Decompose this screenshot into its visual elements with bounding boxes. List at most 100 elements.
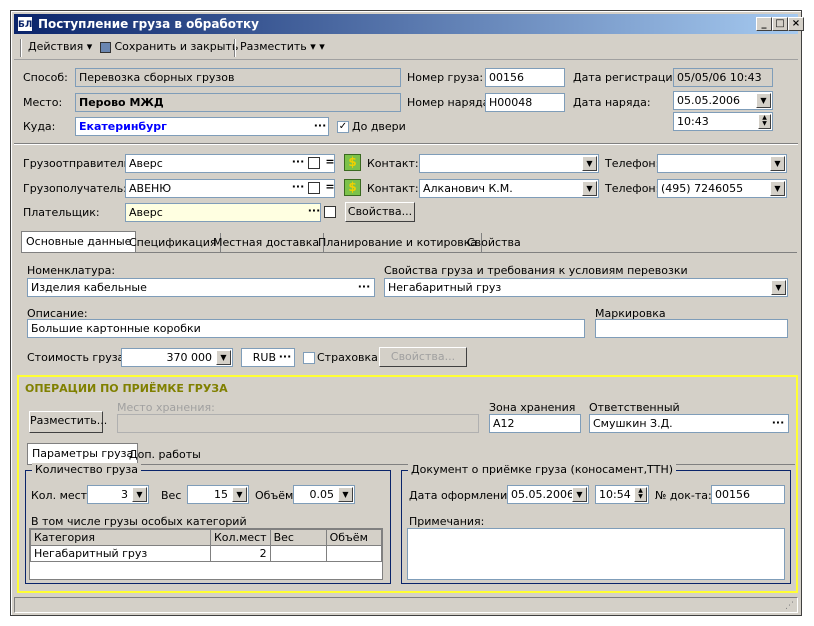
maximize-button[interactable]: □ (772, 17, 788, 31)
cell-places[interactable]: 2 (210, 545, 271, 562)
sender-phone-label: Телефон: (605, 157, 660, 170)
sender-contact-field[interactable]: ▼ (419, 154, 599, 173)
chevron-down-icon[interactable]: ▼ (770, 181, 785, 196)
special-label: В том числе грузы особых категорий (31, 515, 247, 528)
time-spinner-icon[interactable]: ▲ ▼ (758, 114, 771, 129)
places-field[interactable]: 3 ▼ (87, 485, 149, 504)
nomen-select-button[interactable]: ··· (357, 281, 371, 296)
sender-card-icon[interactable] (308, 157, 320, 169)
order-time-field[interactable]: 10:43 ▲ ▼ (673, 112, 773, 131)
save-close-button[interactable]: Сохранить и закрыть (100, 40, 238, 53)
subtab-params[interactable]: Параметры груза (27, 443, 139, 465)
storage-zone-field[interactable]: A12 (489, 414, 581, 433)
col-category[interactable]: Категория (30, 529, 211, 546)
tab-planning[interactable]: Планирование и котировка (314, 233, 483, 253)
method-field: Перевозка сборных грузов (75, 68, 401, 87)
col-volume[interactable]: Объём (325, 529, 383, 546)
payer-select-button[interactable]: ··· (307, 205, 321, 220)
doc-no-field[interactable]: 00156 (711, 485, 785, 504)
minimize-button[interactable]: _ (756, 17, 772, 31)
tab-spec[interactable]: Спецификация (125, 233, 222, 253)
parties-props-button[interactable]: Свойства... (345, 202, 415, 222)
title-bar[interactable]: БЛ Поступление груза в обработку _ □ × (14, 14, 804, 34)
special-table[interactable]: Категория Кол.мест Вес Объём Негабаритны… (29, 528, 383, 580)
receiver-clear-icon[interactable]: = (323, 181, 337, 196)
receiver-select-button[interactable]: ··· (291, 181, 305, 196)
payer-card-icon[interactable] (324, 206, 336, 218)
chevron-down-icon[interactable]: ▼ (582, 156, 597, 171)
sender-clear-icon[interactable]: = (323, 156, 337, 171)
dest-select-button[interactable]: ··· (313, 120, 327, 135)
cell-weight[interactable] (269, 545, 327, 562)
chevron-down-icon[interactable]: ▼ (582, 181, 597, 196)
toolbar: Действия ▾ Сохранить и закрыть Разместит… (14, 36, 798, 60)
chevron-down-icon[interactable]: ▼ (771, 280, 786, 295)
actions-menu-button[interactable]: Действия ▾ (28, 40, 92, 53)
sender-contact-label: Контакт: (367, 157, 419, 170)
chevron-down-icon[interactable]: ▼ (770, 156, 785, 171)
responsible-label: Ответственный (589, 401, 680, 414)
ops-place-button[interactable]: Разместить... (29, 411, 107, 433)
cell-volume[interactable] (325, 545, 383, 562)
weight-field[interactable]: 15 ▼ (187, 485, 249, 504)
calendar-dropdown-icon[interactable]: ▼ (572, 487, 587, 502)
sender-select-button[interactable]: ··· (291, 156, 305, 171)
qty-group-title: Количество груза (32, 463, 142, 476)
app-icon: БЛ (17, 16, 33, 32)
currency-select-button[interactable]: ··· (278, 351, 292, 366)
table-header-row: Категория Кол.мест Вес Объём (30, 529, 383, 546)
place-menu-button[interactable]: Разместить ▾ ▾ (240, 40, 325, 53)
doc-date-field[interactable]: 05.05.2006 ▼ (507, 485, 589, 504)
col-places[interactable]: Кол.мест (210, 529, 271, 546)
chevron-down-icon[interactable]: ▼ (132, 487, 147, 502)
tab-properties[interactable]: Свойства (463, 233, 525, 253)
chevron-down-icon[interactable]: ▼ (216, 350, 231, 365)
doc-date-label: Дата оформления: (409, 489, 518, 502)
nomen-field[interactable]: Изделия кабельные (27, 278, 375, 297)
table-row[interactable]: Негабаритный груз 2 (30, 545, 383, 562)
cell-category[interactable]: Негабаритный груз (30, 545, 211, 562)
calendar-dropdown-icon[interactable]: ▼ (756, 93, 771, 108)
sender-phone-field[interactable]: ▼ (657, 154, 787, 173)
order-no-label: Номер наряда: (407, 96, 494, 109)
insurance-props-button[interactable]: Свойства... (379, 347, 467, 367)
doc-group-title: Документ о приёмке груза (коносамент,ТТН… (408, 463, 677, 476)
dest-field[interactable]: Екатеринбург (75, 117, 329, 136)
desc-field[interactable]: Большие картонные коробки (27, 319, 585, 338)
cargo-no-field[interactable]: 00156 (485, 68, 565, 87)
receiver-card-icon[interactable] (308, 182, 320, 194)
door-checkbox[interactable]: ✓ (337, 121, 349, 133)
props-req-label: Свойства груза и требования к условиям п… (384, 264, 688, 277)
cargo-no-label: Номер груза: (407, 71, 484, 84)
chevron-down-icon[interactable]: ▼ (338, 487, 353, 502)
col-weight[interactable]: Вес (269, 529, 327, 546)
props-req-field[interactable]: Негабаритный груз ▼ (384, 278, 788, 297)
order-date-field[interactable]: 05.05.2006 ▼ (673, 91, 773, 110)
payer-field[interactable]: Аверс (125, 203, 321, 222)
time-spinner-icon[interactable]: ▲ ▼ (634, 487, 647, 502)
order-no-field[interactable]: Н00048 (485, 93, 565, 112)
sender-money-icon[interactable]: $ (344, 154, 361, 171)
marking-field[interactable] (595, 319, 788, 338)
close-button[interactable]: × (788, 17, 804, 31)
volume-field[interactable]: 0.05 ▼ (293, 485, 355, 504)
insurance-label: Страховка (317, 351, 378, 364)
insurance-checkbox[interactable] (303, 352, 315, 364)
tab-main[interactable]: Основные данные (21, 231, 137, 253)
doc-time-field[interactable]: 10:54 ▲ ▼ (595, 485, 649, 504)
responsible-field[interactable]: Смушкин З.Д. (589, 414, 789, 433)
notes-field[interactable] (407, 528, 785, 580)
status-bar (14, 597, 798, 613)
cost-field[interactable]: 370 000 ▼ (121, 348, 233, 367)
receiver-phone-field[interactable]: (495) 7246055 ▼ (657, 179, 787, 198)
resize-grip-icon[interactable]: ⋰ (785, 601, 794, 611)
tab-local-delivery[interactable]: Местная доставка (209, 233, 325, 253)
chevron-down-icon[interactable]: ▼ (232, 487, 247, 502)
responsible-select-button[interactable]: ··· (771, 417, 785, 432)
storage-place-field (117, 414, 479, 433)
places-label: Кол. мест (31, 489, 88, 502)
receiver-money-icon[interactable]: $ (344, 179, 361, 196)
receiver-contact-field[interactable]: Алканович К.М. ▼ (419, 179, 599, 198)
payer-label: Плательщик: (23, 206, 100, 219)
subtab-extra-works[interactable]: Доп. работы (125, 445, 205, 465)
